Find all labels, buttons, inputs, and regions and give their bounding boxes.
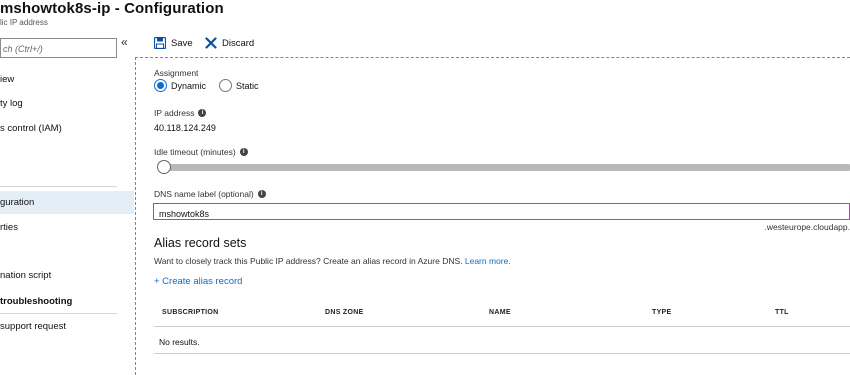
- table-row-divider: [154, 353, 850, 354]
- dynamic-radio[interactable]: [154, 79, 167, 92]
- column-header-dns-zone: DNS ZONE: [325, 309, 364, 316]
- sidebar-divider: [0, 186, 117, 187]
- assignment-radio-group: Dynamic Static: [154, 79, 259, 92]
- idle-timeout-slider-track[interactable]: [163, 164, 850, 171]
- sidebar-item-support-request[interactable]: support request: [0, 321, 134, 332]
- info-icon[interactable]: i: [257, 190, 266, 198]
- sidebar-search-input[interactable]: [1, 40, 116, 58]
- sidebar-item-overview[interactable]: iew: [0, 74, 134, 85]
- table-header-divider: [154, 326, 850, 327]
- dns-label: DNS name label (optional) i: [154, 189, 266, 199]
- column-header-ttl: TTL: [775, 309, 789, 316]
- ip-address-value: 40.118.124.249: [154, 123, 216, 133]
- info-icon[interactable]: i: [198, 109, 207, 117]
- idle-timeout-label: Idle timeout (minutes) i: [154, 147, 248, 157]
- dynamic-radio-label[interactable]: Dynamic: [171, 81, 206, 91]
- panel-border-top: [135, 57, 850, 58]
- command-bar: Save Discard: [135, 33, 850, 55]
- sidebar-search-box[interactable]: [0, 38, 117, 58]
- sidebar-item-access-control[interactable]: s control (IAM): [0, 123, 134, 134]
- sidebar-section-troubleshooting: troubleshooting: [0, 296, 73, 307]
- sidebar-item-configuration[interactable]: guration: [0, 191, 134, 214]
- config-panel: Save Discard Assignment Dynamic Static I…: [135, 33, 850, 375]
- static-radio[interactable]: [219, 79, 233, 92]
- assignment-label: Assignment: [154, 68, 199, 78]
- sidebar-divider: [0, 313, 117, 314]
- info-icon[interactable]: i: [239, 148, 248, 156]
- save-icon: [154, 37, 166, 49]
- sidebar-item-activity-log[interactable]: ty log: [0, 98, 134, 109]
- discard-icon: [205, 37, 217, 49]
- panel-border-left: [135, 57, 136, 375]
- learn-more-link[interactable]: Learn more.: [465, 256, 511, 266]
- static-radio-label[interactable]: Static: [236, 81, 259, 91]
- page-subtitle: lic IP address: [0, 18, 48, 27]
- sidebar: « iew ty log s control (IAM) guration rt…: [0, 33, 134, 375]
- ip-address-label: IP address i: [154, 108, 207, 118]
- table-empty-message: No results.: [159, 337, 200, 347]
- save-label: Save: [171, 37, 193, 49]
- sidebar-item-automation-script[interactable]: nation script: [0, 270, 134, 281]
- dns-name-input[interactable]: [154, 206, 849, 222]
- create-alias-record-button[interactable]: + Create alias record: [154, 276, 242, 287]
- save-button[interactable]: Save: [154, 37, 193, 49]
- chevron-collapse-icon[interactable]: «: [121, 35, 128, 49]
- column-header-subscription: SUBSCRIPTION: [162, 309, 219, 316]
- page-title: mshowtok8s-ip - Configuration: [0, 0, 224, 17]
- column-header-name: NAME: [489, 309, 511, 316]
- column-header-type: TYPE: [652, 309, 672, 316]
- alias-description: Want to closely track this Public IP add…: [154, 256, 511, 266]
- dns-suffix: .westeurope.cloudapp.: [764, 222, 850, 232]
- alias-section-title: Alias record sets: [154, 236, 247, 250]
- idle-timeout-slider-thumb[interactable]: [157, 160, 171, 174]
- discard-button[interactable]: Discard: [205, 37, 254, 49]
- dns-name-field[interactable]: [153, 203, 850, 222]
- sidebar-item-properties[interactable]: rties: [0, 222, 134, 233]
- discard-label: Discard: [222, 37, 255, 49]
